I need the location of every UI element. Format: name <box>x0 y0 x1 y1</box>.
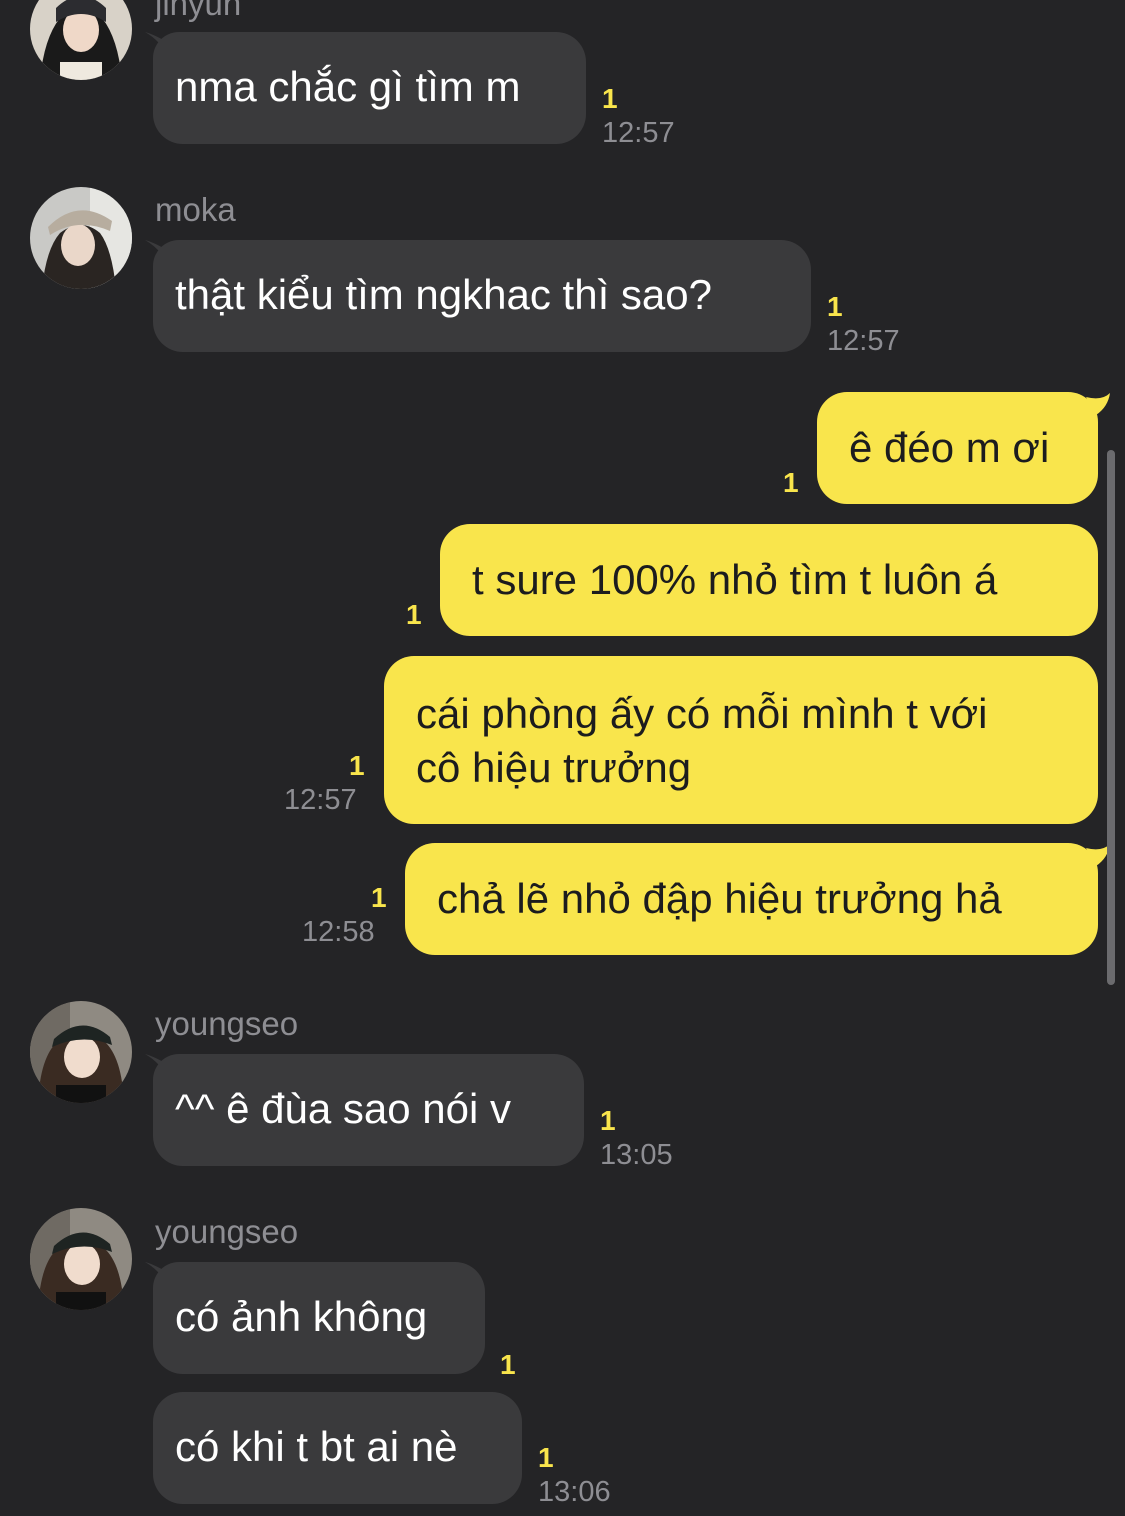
sender-name: moka <box>155 191 236 228</box>
message-text: t sure 100% nhỏ tìm t luôn á <box>472 556 998 603</box>
sender-name: jinyun <box>155 0 242 22</box>
message-bubble[interactable]: t sure 100% nhỏ tìm t luôn á <box>440 524 1098 636</box>
avatar-image <box>30 0 132 80</box>
sender-name: youngseo <box>155 1005 299 1042</box>
message-text: nma chắc gì tìm m <box>175 63 521 110</box>
avatar-youngseo[interactable] <box>30 1001 132 1103</box>
message-text: thật kiểu tìm ngkhac thì sao? <box>175 271 712 318</box>
message-text-line: cô hiệu trưởng <box>416 744 692 791</box>
unread-count: 1 <box>500 1349 516 1380</box>
avatar-image <box>30 1001 132 1103</box>
sender-name: youngseo <box>155 1213 299 1250</box>
unread-count: 1 <box>371 882 387 913</box>
unread-count: 1 <box>538 1442 554 1473</box>
unread-count: 1 <box>600 1105 616 1136</box>
avatar-image <box>30 187 132 289</box>
message-text: ^^ ê đùa sao nói v <box>175 1085 511 1132</box>
avatar-image <box>30 1208 132 1310</box>
avatar-youngseo[interactable] <box>30 1208 132 1310</box>
scrollbar-thumb[interactable] <box>1107 450 1115 985</box>
message-bubble[interactable]: nma chắc gì tìm m <box>153 32 586 144</box>
message-bubble[interactable]: ê đéo m ơi <box>817 392 1098 504</box>
message-time: 12:57 <box>284 784 357 816</box>
message-bubble[interactable]: chả lẽ nhỏ đập hiệu trưởng hả <box>405 843 1098 955</box>
message-time: 12:58 <box>302 916 375 948</box>
message-bubble[interactable]: có khi t bt ai nè <box>153 1392 522 1504</box>
unread-count: 1 <box>827 291 843 322</box>
message-time: 12:57 <box>827 325 900 357</box>
avatar-jinyun[interactable] <box>30 0 132 80</box>
unread-count: 1 <box>406 599 422 630</box>
message-time: 12:57 <box>602 117 675 149</box>
message-text: ê đéo m ơi <box>849 424 1050 471</box>
message-text: chả lẽ nhỏ đập hiệu trưởng hả <box>437 875 1002 922</box>
message-bubble[interactable]: cái phòng ấy có mỗi mình t với cô hiệu t… <box>384 656 1098 824</box>
message-text: có ảnh không <box>175 1293 428 1340</box>
message-text: có khi t bt ai nè <box>175 1423 458 1470</box>
unread-count: 1 <box>349 750 365 781</box>
message-time: 13:05 <box>600 1139 673 1171</box>
message-bubble[interactable]: có ảnh không <box>153 1262 485 1374</box>
unread-count: 1 <box>783 467 799 498</box>
bubble-tail <box>1086 393 1110 415</box>
unread-count: 1 <box>602 83 618 114</box>
message-text-line: cái phòng ấy có mỗi mình t với <box>416 690 988 737</box>
message-time: 13:06 <box>538 1476 611 1508</box>
avatar-moka[interactable] <box>30 187 132 289</box>
message-bubble[interactable]: thật kiểu tìm ngkhac thì sao? <box>153 240 811 352</box>
message-bubble[interactable]: ^^ ê đùa sao nói v <box>153 1054 584 1166</box>
